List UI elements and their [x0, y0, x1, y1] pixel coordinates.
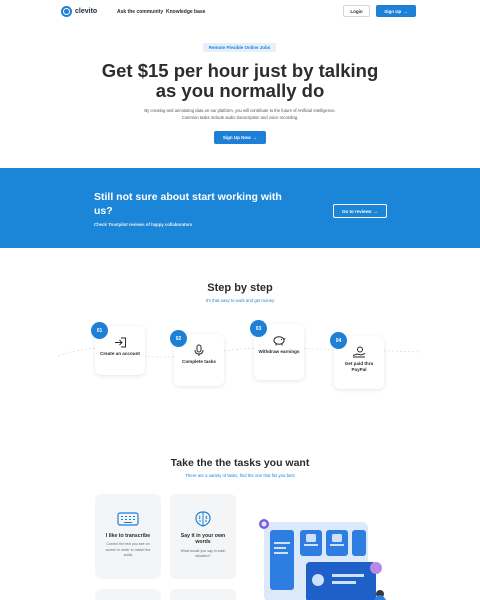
hero-subtitle: By creating and annotating data on our p… — [144, 108, 336, 120]
login-button[interactable]: Login — [343, 5, 370, 17]
steps-title: Step by step — [207, 282, 273, 294]
step-card-4: 04 Get paid thru PayPal — [330, 332, 384, 389]
steps-connector-line — [57, 347, 421, 358]
step-label: Get paid thru PayPal — [344, 361, 374, 372]
task-card-partial[interactable] — [95, 589, 161, 600]
hero-title: Get $15 per hour just by talking as you … — [101, 60, 379, 101]
task-card-say-it[interactable]: Say it in your own words What would you … — [170, 494, 236, 579]
logo[interactable]: clevito — [61, 6, 97, 17]
step-label: Create an account — [100, 351, 140, 356]
nav-ask-community[interactable]: Ask the community — [117, 9, 163, 15]
tasks-illustration — [259, 519, 386, 600]
arrow-right-icon: → — [252, 135, 258, 140]
task-title: I like to transcribe — [105, 533, 151, 539]
task-title: Say it in your own words — [180, 533, 226, 546]
microphone-icon — [192, 344, 206, 356]
signup-button[interactable]: Sign Up → — [376, 5, 416, 17]
piggy-bank-icon — [272, 334, 286, 346]
task-card-transcribe[interactable]: I like to transcribe Correct the text yo… — [95, 494, 161, 579]
tasks-subtitle: There are a variety of tasks, find the o… — [185, 473, 295, 478]
task-description: What would you say in each situation? — [180, 548, 226, 559]
tasks-title: Take the the tasks you want — [170, 457, 310, 469]
signup-now-button[interactable]: Sign Up Now → — [214, 131, 266, 144]
step-label: Withdraw earnings — [258, 349, 300, 354]
hand-money-icon — [352, 346, 366, 358]
arrow-right-icon: → — [403, 8, 408, 14]
login-icon — [113, 336, 127, 348]
hero-badge-text: Remote Flexible Online Jobs — [208, 45, 271, 50]
task-card-partial[interactable] — [170, 589, 236, 600]
login-label: Login — [350, 8, 363, 14]
hero-badge: Remote Flexible Online Jobs — [203, 43, 276, 52]
task-description: Correct the text you see on screen in or… — [105, 542, 151, 558]
go-to-reviews-button[interactable]: Go to reviews → — [333, 204, 387, 218]
arrow-right-icon: → — [373, 208, 379, 214]
step-number: 03 — [250, 320, 267, 337]
signup-now-label: Sign Up Now — [222, 135, 251, 140]
step-number: 01 — [91, 322, 108, 339]
go-to-reviews-label: Go to reviews — [341, 208, 372, 214]
step-card-2: 02 Complete tasks — [170, 330, 224, 386]
nav-knowledge-base[interactable]: Knowledge base — [166, 9, 205, 15]
step-label: Complete tasks — [182, 359, 216, 364]
band-title: Still not sure about start working with … — [94, 191, 282, 217]
step-card-1: 01 Create an account — [91, 322, 145, 375]
top-header: clevito Ask the community Knowledge base… — [0, 0, 480, 24]
logo-text: clevito — [75, 8, 98, 15]
step-number: 02 — [170, 330, 187, 347]
band-subtitle: Check Trustpilot reviews of happy collab… — [94, 222, 193, 227]
step-card-3: 03 Withdraw earnings — [250, 320, 304, 380]
keyboard-icon — [117, 510, 139, 528]
steps-subtitle: It's that easy to work and get money — [205, 298, 275, 303]
step-number: 04 — [330, 332, 347, 349]
signup-label: Sign Up — [384, 8, 402, 14]
logo-icon — [61, 6, 72, 17]
brain-icon — [192, 510, 214, 528]
